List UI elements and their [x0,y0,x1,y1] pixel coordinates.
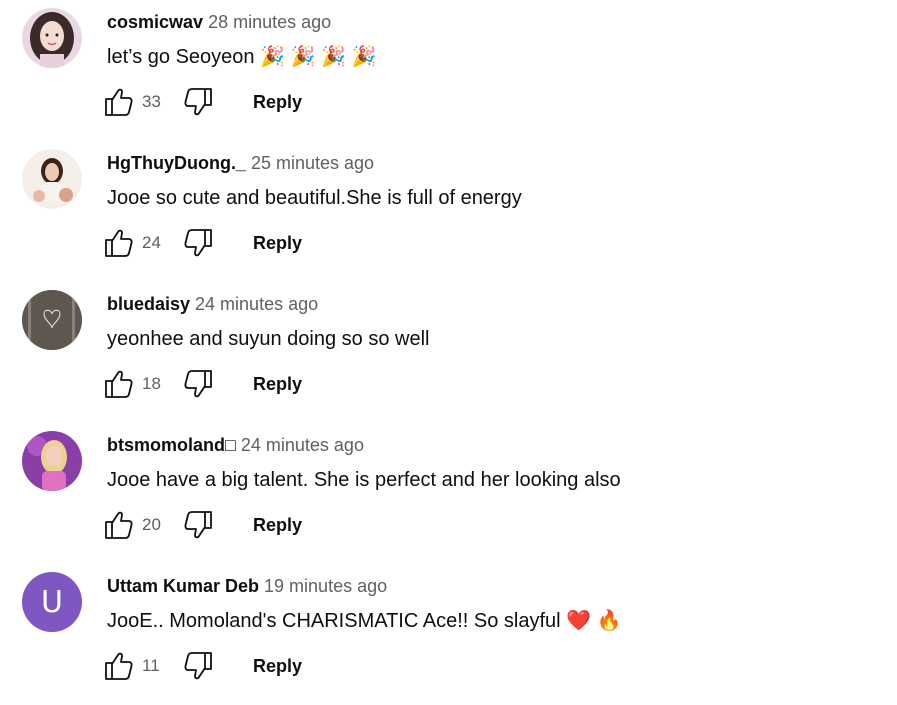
thumbs-up-icon [105,370,133,398]
like-button[interactable] [103,648,135,684]
comment-actions: 11 Reply [103,648,403,684]
dislike-button[interactable] [182,366,214,402]
dislike-button[interactable] [182,225,214,261]
reply-button[interactable]: Reply [253,372,302,396]
comment-thread: HgThuyDuong._ 25 minutes ago Jooe so cute… [0,141,897,282]
like-count: 33 [142,92,161,111]
comment-header: bluedaisy 24 minutes ago [107,292,318,316]
comment-time[interactable]: 25 minutes ago [251,153,374,173]
thumbs-down-icon [184,370,212,398]
avatar[interactable] [22,8,82,68]
comment-thread: bluedaisy 24 minutes ago yeonhee and suyu… [0,282,897,423]
thumbs-up-icon [105,652,133,680]
avatar-photo [22,431,82,491]
thumbs-up-icon [105,229,133,257]
author-name[interactable]: btsmomoland□ [107,435,236,455]
like-button[interactable] [103,366,135,402]
comment-actions: 18 Reply [103,366,403,402]
thumbs-down-icon [184,511,212,539]
comment-actions: 33 Reply [103,84,403,120]
dislike-button[interactable] [182,648,214,684]
comment-time[interactable]: 19 minutes ago [264,576,387,596]
comment-header: Uttam Kumar Deb 19 minutes ago [107,574,387,598]
like-button[interactable] [103,84,135,120]
comments-list: cosmicwav 28 minutes ago let’s go Seoyeon… [0,0,897,705]
comment-time[interactable]: 24 minutes ago [241,435,364,455]
author-name[interactable]: HgThuyDuong._ [107,153,246,173]
avatar[interactable] [22,290,82,350]
comment-text: yeonhee and suyun doing so so well [107,328,430,350]
comment-header: HgThuyDuong._ 25 minutes ago [107,151,374,175]
thumbs-down-icon [184,229,212,257]
comment-header: btsmomoland□ 24 minutes ago [107,433,364,457]
like-count: 18 [142,374,161,393]
thumbs-up-icon [105,511,133,539]
avatar-photo [22,149,82,209]
comment-actions: 20 Reply [103,507,403,543]
like-count: 24 [142,233,161,252]
avatar-photo [22,8,82,68]
dislike-button[interactable] [182,84,214,120]
comment-time[interactable]: 24 minutes ago [195,294,318,314]
thumbs-down-icon [184,88,212,116]
comment-time[interactable]: 28 minutes ago [208,12,331,32]
comment-header: cosmicwav 28 minutes ago [107,10,331,34]
thumbs-down-icon [184,652,212,680]
reply-button[interactable]: Reply [253,231,302,255]
comment-text: Jooe so cute and beautiful.She is full o… [107,187,522,209]
avatar[interactable] [22,431,82,491]
author-name[interactable]: bluedaisy [107,294,190,314]
avatar[interactable] [22,149,82,209]
avatar-photo [22,290,82,350]
reply-button[interactable]: Reply [253,654,302,678]
thumbs-up-icon [105,88,133,116]
like-count: 20 [142,515,161,534]
comment-text: let’s go Seoyeon 🎉 🎉 🎉 🎉 [107,46,377,68]
avatar-letter: U [22,572,82,632]
comment-thread: btsmomoland□ 24 minutes ago Jooe have a b… [0,423,897,564]
like-button[interactable] [103,507,135,543]
like-button[interactable] [103,225,135,261]
comment-text: JooE.. Momoland's CHARISMATIC Ace!! So s… [107,610,622,632]
comment-text: Jooe have a big talent. She is perfect a… [107,469,621,491]
reply-button[interactable]: Reply [253,90,302,114]
dislike-button[interactable] [182,507,214,543]
avatar[interactable]: U [22,572,82,632]
reply-button[interactable]: Reply [253,513,302,537]
comment-thread: cosmicwav 28 minutes ago let’s go Seoyeon… [0,0,897,141]
like-count: 11 [142,656,160,675]
author-name[interactable]: Uttam Kumar Deb [107,576,259,596]
author-name[interactable]: cosmicwav [107,12,203,32]
comment-actions: 24 Reply [103,225,403,261]
comment-thread: U Uttam Kumar Deb 19 minutes ago JooE.. M… [0,564,897,705]
